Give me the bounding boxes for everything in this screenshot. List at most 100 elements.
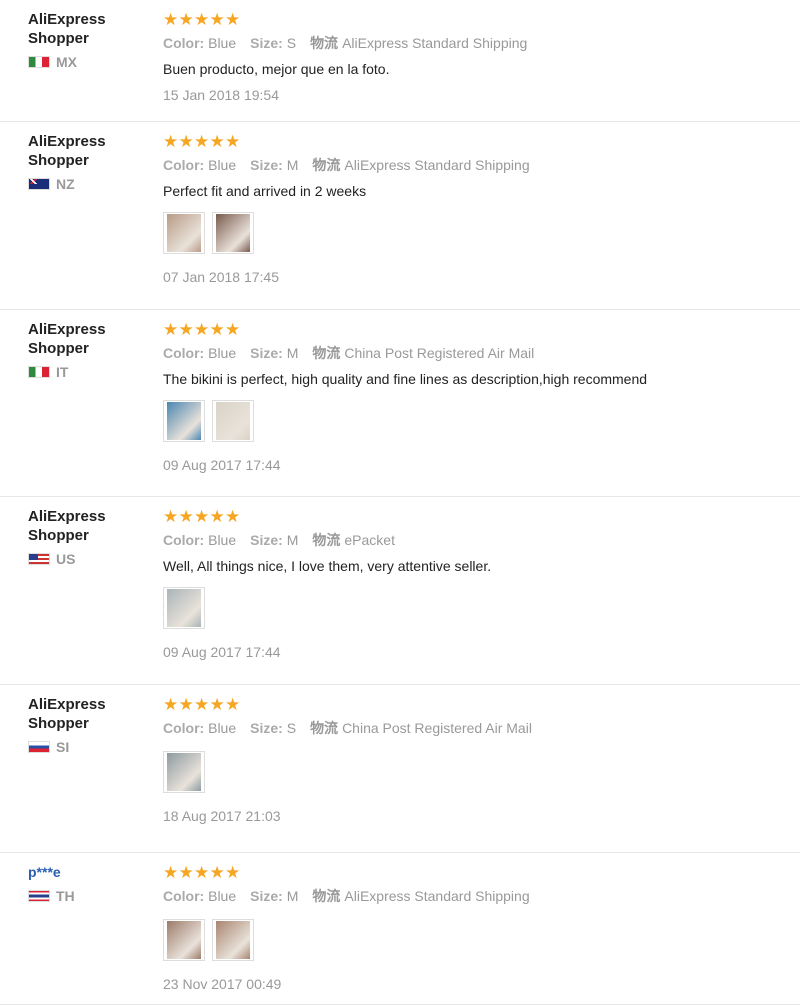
color-label: Color: [163, 532, 205, 548]
country-code: NZ [56, 176, 75, 192]
review-item: AliExpress Shopper US ★ ★ ★ ★ ★ Color: Blue Size… [0, 497, 800, 685]
review-photo-thumbnail[interactable] [212, 919, 254, 961]
star-icon: ★ [209, 863, 225, 882]
review-photo-thumbnail[interactable] [163, 400, 205, 442]
review-content: ★ ★ ★ ★ ★ Color: Blue Size: M 物流 AliExpress Stan… [163, 863, 783, 993]
review-photos [163, 587, 783, 629]
star-icon: ★ [194, 320, 210, 339]
reviewer-info: p***e TH [28, 863, 148, 904]
star-rating: ★ ★ ★ ★ ★ [163, 863, 783, 883]
star-rating: ★ ★ ★ ★ ★ [163, 10, 783, 30]
review-text: Buen producto, mejor que en la foto. [163, 61, 390, 77]
review-date: 18 Aug 2017 21:03 [163, 808, 281, 824]
size-value: S [286, 720, 297, 736]
shipping-method: China Post Registered Air Mail [344, 345, 535, 361]
size-value: S [286, 35, 297, 51]
order-info: Color: Blue Size: S 物流 AliExpress Standard … [163, 34, 783, 52]
color-label: Color: [163, 345, 205, 361]
order-info: Color: Blue Size: M 物流 China Post Registere… [163, 344, 783, 362]
size-label: Size: [250, 720, 283, 736]
review-content: ★ ★ ★ ★ ★ Color: Blue Size: M 物流 AliExpress Stan… [163, 132, 783, 286]
star-icon: ★ [178, 320, 194, 339]
shipping-method: China Post Registered Air Mail [342, 720, 532, 736]
review-photo-thumbnail[interactable] [163, 587, 205, 629]
star-icon: ★ [209, 320, 225, 339]
star-icon: ★ [225, 695, 241, 714]
order-info: Color: Blue Size: M 物流 AliExpress Standard … [163, 887, 783, 905]
shipping-label: 物流 [310, 720, 339, 736]
shipping-method: AliExpress Standard Shipping [342, 35, 528, 51]
star-icon: ★ [194, 507, 210, 526]
size-label: Size: [250, 888, 283, 904]
star-icon: ★ [225, 10, 241, 29]
star-icon: ★ [225, 507, 241, 526]
flag-it-icon [28, 366, 50, 378]
reviewer-name: AliExpress Shopper [28, 11, 106, 47]
flag-us-icon [28, 553, 50, 565]
size-label: Size: [250, 532, 283, 548]
review-photo-thumbnail[interactable] [163, 212, 205, 254]
color-label: Color: [163, 720, 205, 736]
color-value: Blue [208, 35, 237, 51]
review-text: The bikini is perfect, high quality and … [163, 371, 648, 387]
shipping-label: 物流 [312, 345, 341, 361]
star-icon: ★ [209, 132, 225, 151]
size-label: Size: [250, 35, 283, 51]
review-date: 09 Aug 2017 17:44 [163, 457, 281, 473]
review-item: p***e TH ★ ★ ★ ★ ★ Color: Blue Size: M 物流 AliExpre… [0, 853, 800, 1005]
color-value: Blue [208, 345, 237, 361]
reviewer-country: SI [28, 739, 148, 755]
review-text: Perfect fit and arrived in 2 weeks [163, 183, 367, 199]
reviewer-info: AliExpress Shopper IT [28, 320, 148, 380]
reviewer-country: IT [28, 364, 148, 380]
country-code: SI [56, 739, 70, 755]
star-icon: ★ [178, 507, 194, 526]
review-date: 07 Jan 2018 17:45 [163, 269, 279, 285]
star-icon: ★ [163, 10, 179, 29]
star-icon: ★ [178, 863, 194, 882]
shipping-method: ePacket [344, 532, 395, 548]
reviewer-country: MX [28, 54, 148, 70]
shipping-label: 物流 [312, 157, 341, 173]
size-label: Size: [250, 157, 283, 173]
reviewer-info: AliExpress Shopper NZ [28, 132, 148, 192]
star-icon: ★ [163, 695, 179, 714]
order-info: Color: Blue Size: M 物流 ePacket [163, 531, 783, 549]
review-photo-thumbnail[interactable] [163, 919, 205, 961]
review-photos [163, 751, 783, 793]
review-photo-thumbnail[interactable] [212, 212, 254, 254]
star-icon: ★ [178, 695, 194, 714]
color-value: Blue [208, 888, 237, 904]
flag-th-icon [28, 890, 50, 902]
shipping-label: 物流 [312, 888, 341, 904]
shipping-label: 物流 [312, 532, 341, 548]
color-value: Blue [208, 157, 237, 173]
star-icon: ★ [194, 132, 210, 151]
color-label: Color: [163, 35, 205, 51]
review-item: AliExpress Shopper SI ★ ★ ★ ★ ★ Color: Blue Size… [0, 685, 800, 853]
reviewer-info: AliExpress Shopper MX [28, 10, 148, 70]
star-icon: ★ [209, 695, 225, 714]
flag-si-icon [28, 741, 50, 753]
flag-mx-icon [28, 56, 50, 68]
star-icon: ★ [209, 507, 225, 526]
color-label: Color: [163, 888, 205, 904]
review-date: 15 Jan 2018 19:54 [163, 87, 279, 103]
star-icon: ★ [163, 320, 179, 339]
order-info: Color: Blue Size: M 物流 AliExpress Standard … [163, 156, 783, 174]
country-code: MX [56, 54, 77, 70]
size-value: M [286, 532, 299, 548]
flag-nz-icon [28, 178, 50, 190]
star-icon: ★ [163, 863, 179, 882]
country-code: IT [56, 364, 69, 380]
star-icon: ★ [163, 132, 179, 151]
star-icon: ★ [178, 132, 194, 151]
reviewer-info: AliExpress Shopper SI [28, 695, 148, 755]
review-content: ★ ★ ★ ★ ★ Color: Blue Size: S 物流 AliExpress Stan… [163, 10, 783, 104]
review-text: Well, All things nice, I love them, very… [163, 558, 492, 574]
reviewer-name[interactable]: p***e [28, 863, 123, 882]
review-photo-thumbnail[interactable] [163, 751, 205, 793]
star-icon: ★ [194, 695, 210, 714]
review-photo-thumbnail[interactable] [212, 400, 254, 442]
size-label: Size: [250, 345, 283, 361]
